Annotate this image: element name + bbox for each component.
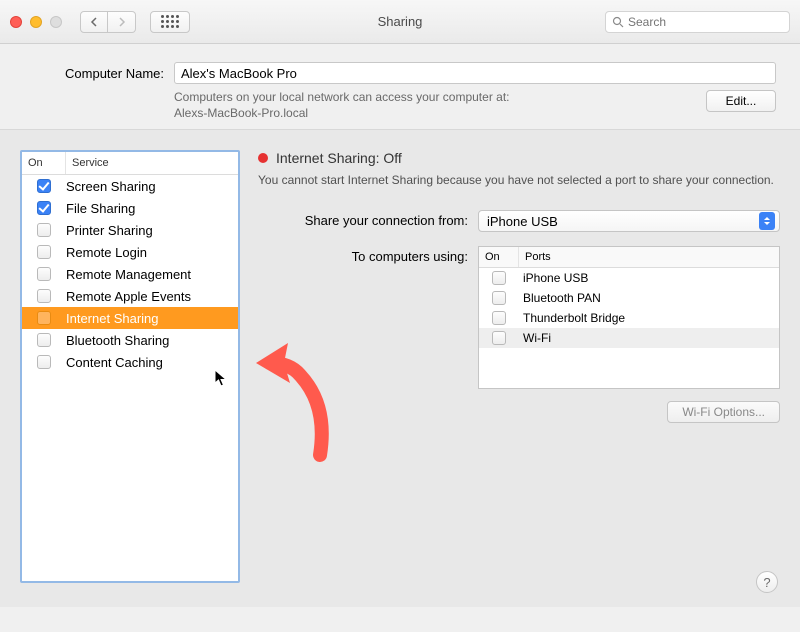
service-checkbox[interactable] bbox=[37, 179, 51, 193]
status-description: You cannot start Internet Sharing becaus… bbox=[258, 172, 780, 188]
search-input[interactable] bbox=[628, 15, 783, 29]
port-label: Bluetooth PAN bbox=[519, 291, 601, 305]
traffic-lights bbox=[10, 16, 62, 28]
help-button[interactable]: ? bbox=[756, 571, 778, 593]
computer-name-hint: Computers on your local network can acce… bbox=[174, 90, 686, 121]
zoom-window-button[interactable] bbox=[50, 16, 62, 28]
service-label: Printer Sharing bbox=[66, 223, 153, 238]
service-checkbox[interactable] bbox=[37, 201, 51, 215]
to-computers-label: To computers using: bbox=[258, 246, 468, 264]
grid-icon bbox=[161, 15, 179, 28]
computer-name-input[interactable] bbox=[174, 62, 776, 84]
service-label: Remote Management bbox=[66, 267, 191, 282]
chevron-right-icon bbox=[118, 17, 126, 27]
ports-table: On Ports iPhone USB Bluetooth PAN Thunderb… bbox=[478, 246, 780, 389]
close-window-button[interactable] bbox=[10, 16, 22, 28]
service-checkbox[interactable] bbox=[37, 333, 51, 347]
col-service: Service bbox=[66, 152, 238, 174]
share-from-value: iPhone USB bbox=[487, 214, 558, 229]
port-row-bluetooth-pan[interactable]: Bluetooth PAN bbox=[479, 288, 779, 308]
ports-header: On Ports bbox=[479, 247, 779, 268]
service-row-bluetooth-sharing[interactable]: Bluetooth Sharing bbox=[22, 329, 238, 351]
service-checkbox[interactable] bbox=[37, 245, 51, 259]
service-label: Internet Sharing bbox=[66, 311, 159, 326]
service-checkbox[interactable] bbox=[37, 289, 51, 303]
port-row-wi-fi[interactable]: Wi-Fi bbox=[479, 328, 779, 348]
port-row-iphone-usb[interactable]: iPhone USB bbox=[479, 268, 779, 288]
service-row-screen-sharing[interactable]: Screen Sharing bbox=[22, 175, 238, 197]
service-row-content-caching[interactable]: Content Caching bbox=[22, 351, 238, 373]
minimize-window-button[interactable] bbox=[30, 16, 42, 28]
service-checkbox[interactable] bbox=[37, 267, 51, 281]
titlebar: Sharing bbox=[0, 0, 800, 44]
status-dot-icon bbox=[258, 153, 268, 163]
nav-buttons bbox=[80, 11, 136, 33]
service-checkbox[interactable] bbox=[37, 311, 51, 325]
hint-line2: Alexs-MacBook-Pro.local bbox=[174, 106, 308, 120]
port-checkbox[interactable] bbox=[492, 331, 506, 345]
status-row: Internet Sharing: Off bbox=[258, 150, 780, 166]
service-row-file-sharing[interactable]: File Sharing bbox=[22, 197, 238, 219]
forward-button[interactable] bbox=[108, 11, 136, 33]
share-from-select[interactable]: iPhone USB bbox=[478, 210, 780, 232]
services-header: On Service bbox=[22, 152, 238, 175]
service-checkbox[interactable] bbox=[37, 355, 51, 369]
back-button[interactable] bbox=[80, 11, 108, 33]
service-row-printer-sharing[interactable]: Printer Sharing bbox=[22, 219, 238, 241]
port-row-thunderbolt-bridge[interactable]: Thunderbolt Bridge bbox=[479, 308, 779, 328]
service-label: Remote Login bbox=[66, 245, 147, 260]
service-row-internet-sharing[interactable]: Internet Sharing bbox=[22, 307, 238, 329]
edit-hostname-button[interactable]: Edit... bbox=[706, 90, 776, 112]
service-label: Screen Sharing bbox=[66, 179, 156, 194]
port-checkbox[interactable] bbox=[492, 311, 506, 325]
ports-col-on: On bbox=[479, 247, 519, 267]
computer-name-label: Computer Name: bbox=[24, 66, 164, 81]
col-on: On bbox=[22, 152, 66, 174]
share-from-label: Share your connection from: bbox=[258, 210, 468, 228]
port-label: Thunderbolt Bridge bbox=[519, 311, 625, 325]
status-title: Internet Sharing: Off bbox=[276, 150, 402, 166]
service-checkbox[interactable] bbox=[37, 223, 51, 237]
port-label: Wi-Fi bbox=[519, 331, 551, 345]
services-list: Screen Sharing File Sharing Printer Sharin… bbox=[22, 175, 238, 373]
service-label: File Sharing bbox=[66, 201, 135, 216]
hint-line1: Computers on your local network can acce… bbox=[174, 90, 509, 104]
window-title: Sharing bbox=[378, 14, 423, 29]
ports-list: iPhone USB Bluetooth PAN Thunderbolt Bridg… bbox=[479, 268, 779, 348]
service-label: Bluetooth Sharing bbox=[66, 333, 169, 348]
detail-panel: Internet Sharing: Off You cannot start I… bbox=[258, 150, 780, 583]
service-row-remote-login[interactable]: Remote Login bbox=[22, 241, 238, 263]
select-arrows-icon bbox=[759, 212, 775, 230]
port-checkbox[interactable] bbox=[492, 291, 506, 305]
show-all-button[interactable] bbox=[150, 11, 190, 33]
main-area: On Service Screen Sharing File Sharing Pri… bbox=[0, 129, 800, 607]
search-field[interactable] bbox=[605, 11, 790, 33]
ports-col-ports: Ports bbox=[519, 247, 779, 267]
services-panel: On Service Screen Sharing File Sharing Pri… bbox=[20, 150, 240, 583]
port-label: iPhone USB bbox=[519, 271, 588, 285]
service-row-remote-management[interactable]: Remote Management bbox=[22, 263, 238, 285]
service-label: Content Caching bbox=[66, 355, 163, 370]
service-row-remote-apple-events[interactable]: Remote Apple Events bbox=[22, 285, 238, 307]
computer-name-section: Computer Name: Computers on your local n… bbox=[0, 44, 800, 129]
port-checkbox[interactable] bbox=[492, 271, 506, 285]
chevron-left-icon bbox=[90, 17, 98, 27]
service-label: Remote Apple Events bbox=[66, 289, 191, 304]
wifi-options-button[interactable]: Wi‑Fi Options... bbox=[667, 401, 780, 423]
search-icon bbox=[612, 16, 624, 28]
